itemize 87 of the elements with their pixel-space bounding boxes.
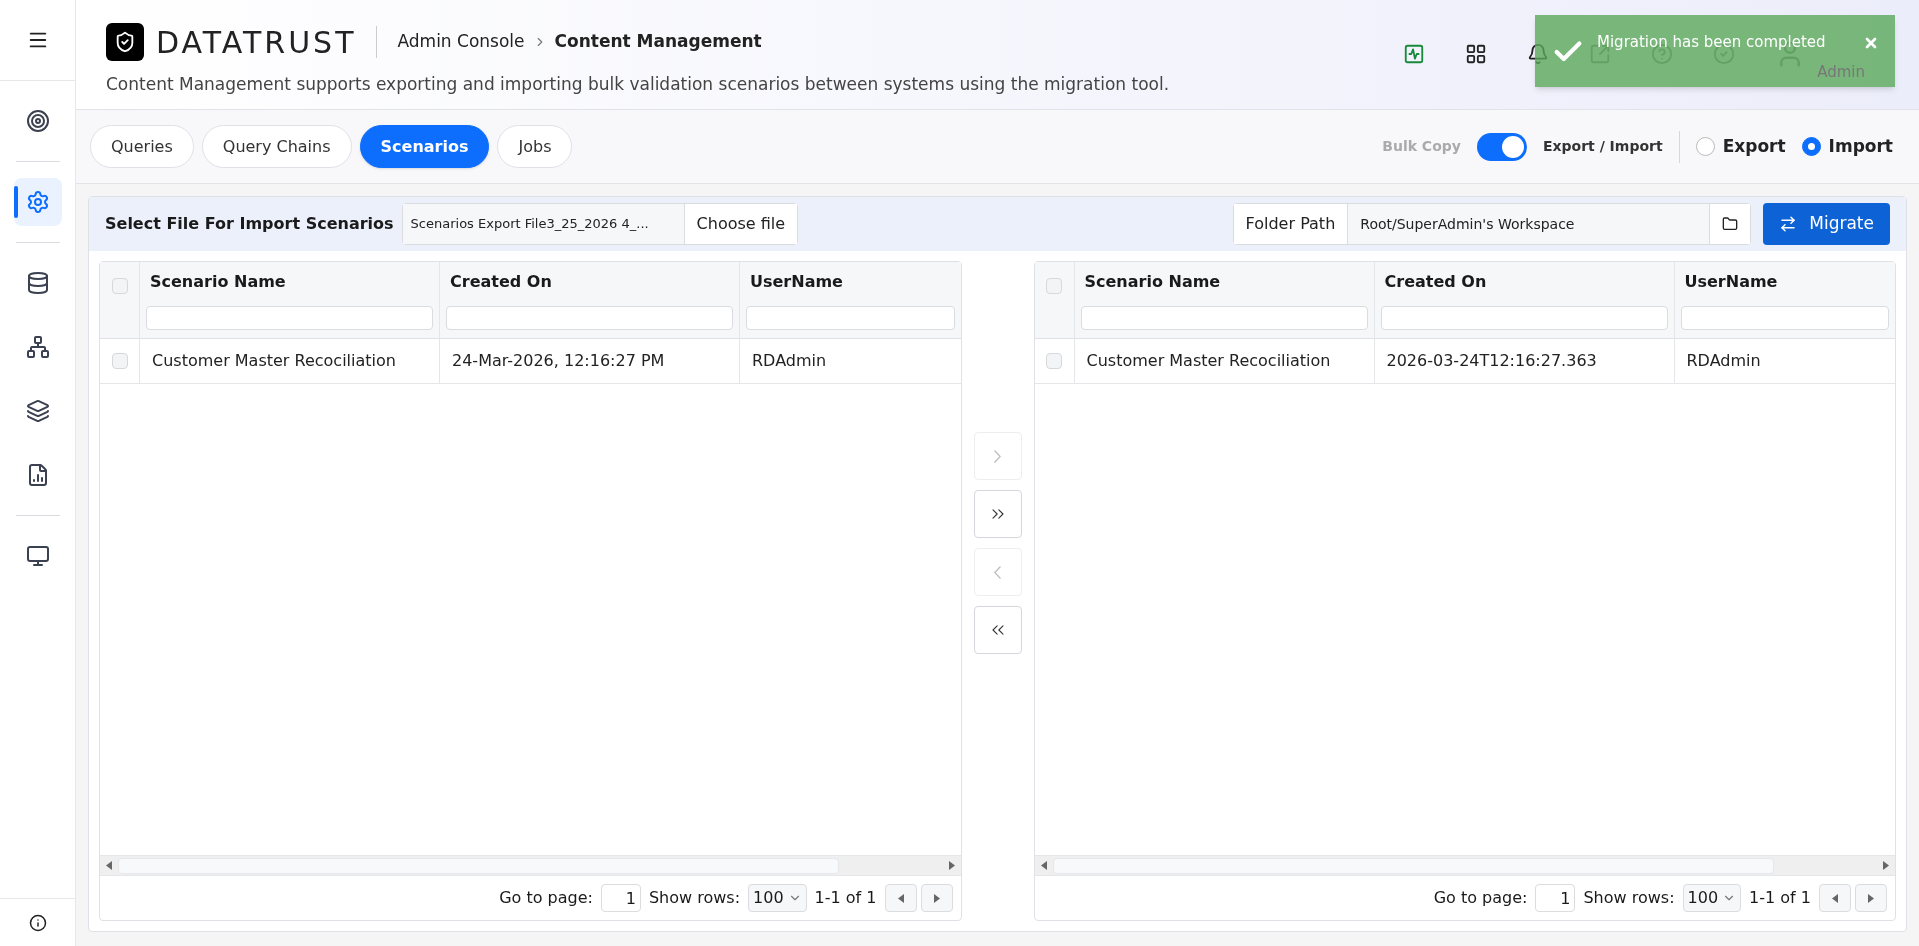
database-icon bbox=[25, 271, 50, 295]
show-rows-label: Show rows: bbox=[648, 887, 741, 909]
file-select-label: Select File For Import Scenarios bbox=[105, 213, 394, 235]
column-header[interactable]: Created On bbox=[1380, 270, 1668, 298]
export-import-label: Export / Import bbox=[1542, 137, 1663, 156]
browse-folder-button[interactable] bbox=[1710, 204, 1751, 244]
page-number-field[interactable]: 1 bbox=[1535, 884, 1576, 912]
scroll-left-icon bbox=[106, 861, 112, 870]
activity-icon[interactable] bbox=[1403, 43, 1426, 65]
next-page-button[interactable] bbox=[920, 884, 953, 912]
rows-per-page-dropdown[interactable]: 100 bbox=[748, 884, 807, 912]
settings-icon bbox=[25, 190, 50, 214]
tab[interactable]: Query Chains bbox=[201, 125, 352, 168]
caret-left-icon bbox=[1832, 893, 1838, 903]
file-name: Scenarios Export File3_25_2026 4_... bbox=[402, 204, 685, 244]
layers-icon bbox=[25, 399, 50, 423]
folder-path-field[interactable]: Root/SuperAdmin's Workspace bbox=[1348, 204, 1711, 244]
caret-left-icon bbox=[897, 893, 904, 903]
column-filter-field[interactable] bbox=[146, 306, 433, 330]
column-filter-field[interactable] bbox=[1380, 306, 1668, 330]
column-filter-field[interactable] bbox=[1080, 306, 1368, 330]
chevron-icon bbox=[994, 449, 1001, 463]
row-checkbox[interactable] bbox=[111, 353, 128, 369]
tab[interactable]: Jobs bbox=[497, 125, 573, 168]
show-rows-label: Show rows: bbox=[1583, 887, 1675, 909]
direction-radio[interactable]: Export bbox=[1695, 133, 1786, 160]
bulk-copy-toggle[interactable] bbox=[1476, 132, 1527, 161]
go-to-page-label: Go to page: bbox=[1433, 887, 1528, 909]
horizontal-scrollbar[interactable] bbox=[1034, 855, 1895, 875]
page-range: 1-1 of 1 bbox=[814, 887, 877, 909]
column-filter-field[interactable] bbox=[446, 306, 733, 330]
table-cell-text: 24-Mar-2026, 12:16:27 PM bbox=[452, 350, 665, 372]
toast-message: Migration has been completed bbox=[1597, 32, 1826, 53]
breadcrumb-current: Content Management bbox=[554, 30, 762, 54]
next-page-button[interactable] bbox=[1855, 884, 1887, 912]
table-cell-text: 2026-03-24T12:16:27.363 bbox=[1386, 350, 1597, 372]
column-header[interactable]: Scenario Name bbox=[146, 270, 433, 298]
sidebar-item[interactable] bbox=[13, 178, 62, 226]
column-header[interactable]: UserName bbox=[1680, 270, 1889, 298]
tab[interactable]: Queries bbox=[90, 125, 194, 168]
table-cell-text: Customer Master Recociliation bbox=[1086, 350, 1331, 372]
close-icon[interactable] bbox=[1863, 35, 1879, 51]
previous-page-button[interactable] bbox=[884, 884, 917, 912]
horizontal-scrollbar[interactable] bbox=[100, 855, 961, 875]
logo-text: DATATRUST bbox=[156, 23, 357, 62]
caret-right-icon bbox=[1868, 893, 1874, 903]
row-checkbox[interactable] bbox=[1046, 353, 1062, 369]
transfer-arrows-icon bbox=[1779, 215, 1798, 233]
tab[interactable]: Scenarios bbox=[359, 125, 490, 168]
previous-page-button[interactable] bbox=[1819, 884, 1851, 912]
column-header[interactable]: Scenario Name bbox=[1080, 270, 1368, 298]
monitor-icon bbox=[25, 544, 50, 568]
user-role: Admin bbox=[1817, 61, 1865, 83]
scroll-left-icon bbox=[1040, 861, 1047, 870]
migrate-button[interactable]: Migrate bbox=[1763, 203, 1890, 245]
caret-right-icon bbox=[933, 893, 940, 903]
folder-icon bbox=[1722, 216, 1739, 232]
table-cell-text: RDAdmin bbox=[752, 350, 827, 372]
select-all-checkbox[interactable] bbox=[111, 278, 128, 294]
column-header[interactable]: UserName bbox=[746, 270, 955, 298]
chevron-icon bbox=[994, 565, 1001, 579]
column-header[interactable]: Created On bbox=[446, 270, 733, 298]
page-description: Content Management supports exporting and importing bulk validation scenarios between systems using the migration tool. bbox=[106, 73, 1171, 96]
move-all-left-button[interactable] bbox=[973, 606, 1022, 654]
page-range: 1-1 of 1 bbox=[1749, 887, 1811, 909]
column-filter-field[interactable] bbox=[1680, 306, 1889, 330]
rows-per-page-dropdown[interactable]: 100 bbox=[1682, 884, 1742, 912]
go-to-page-label: Go to page: bbox=[499, 887, 593, 909]
file-input[interactable]: Scenarios Export File3_25_2026 4_... Choose file bbox=[401, 203, 799, 245]
direction-radio[interactable]: Import bbox=[1801, 133, 1893, 160]
scroll-right-icon bbox=[1883, 861, 1889, 870]
grid-icon[interactable] bbox=[1465, 43, 1488, 65]
breadcrumb-link[interactable]: Admin Console bbox=[397, 29, 525, 55]
folder-path-label: Folder Path bbox=[1233, 204, 1349, 244]
choose-file-button[interactable]: Choose file bbox=[684, 204, 798, 244]
target-icon bbox=[25, 109, 50, 133]
bulk-copy-label: Bulk Copy bbox=[1382, 137, 1461, 156]
hierarchy-icon bbox=[25, 335, 50, 359]
table-cell-text: Customer Master Recociliation bbox=[152, 350, 396, 372]
page-number-field[interactable]: 1 bbox=[600, 884, 641, 912]
move-all-right-button[interactable] bbox=[973, 490, 1022, 538]
select-all-checkbox[interactable] bbox=[1046, 278, 1062, 294]
column-filter-field[interactable] bbox=[746, 306, 955, 330]
table-cell-text: RDAdmin bbox=[1686, 350, 1761, 372]
logo-icon bbox=[106, 23, 144, 61]
info-icon[interactable] bbox=[28, 913, 47, 932]
scroll-right-icon bbox=[948, 861, 955, 870]
